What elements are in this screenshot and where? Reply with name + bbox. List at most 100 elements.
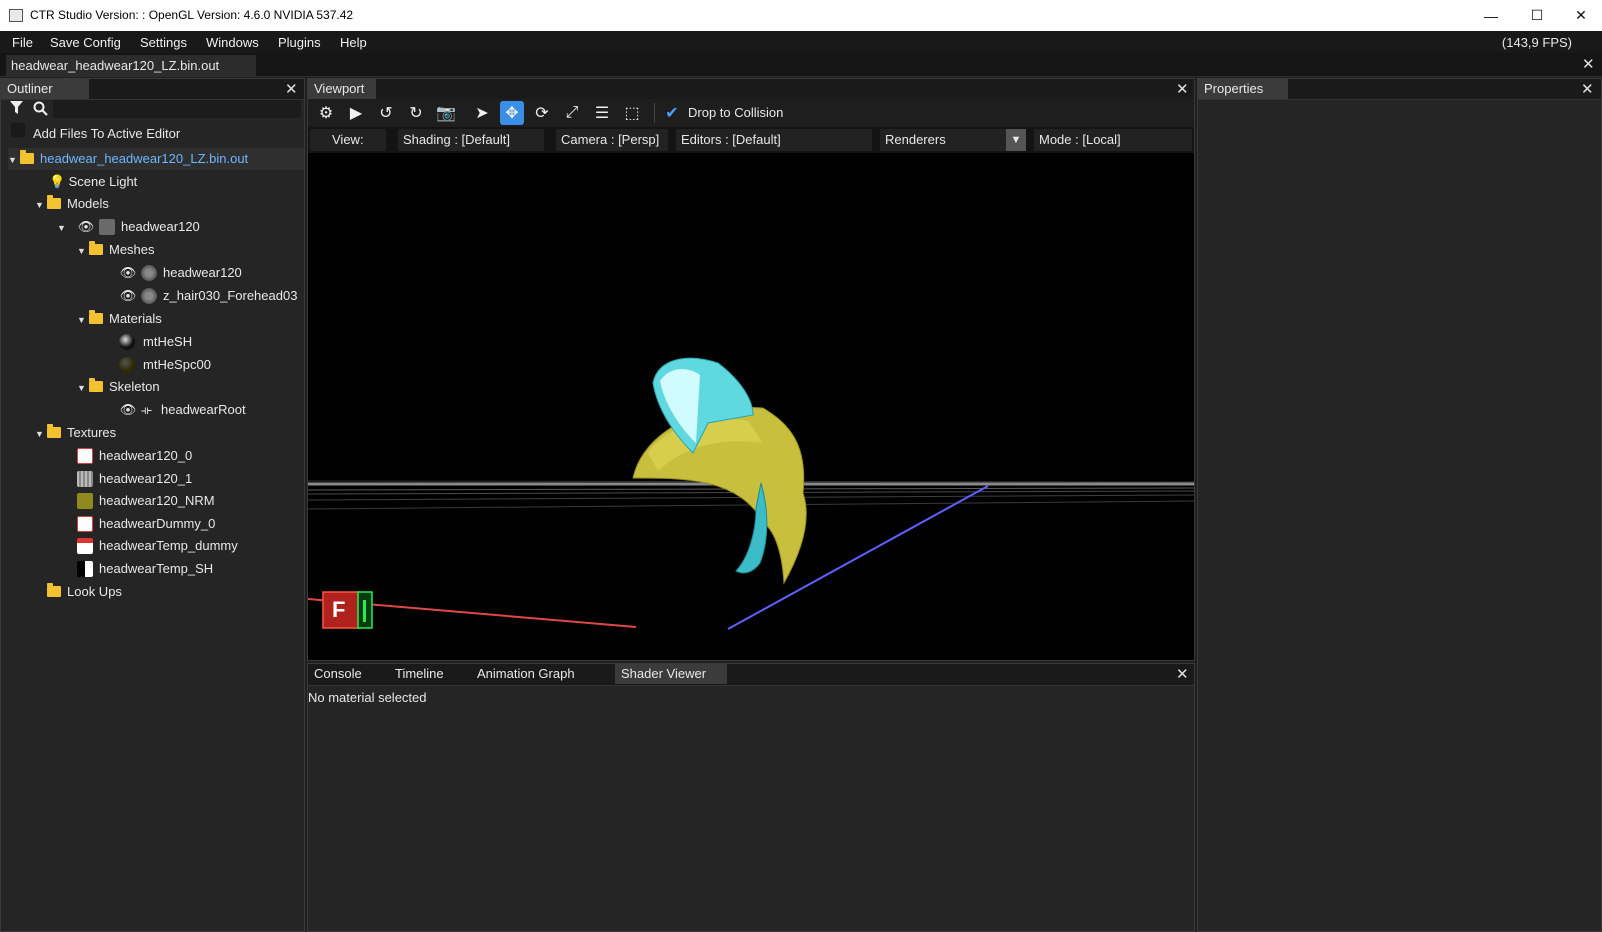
dropdown-arrow-icon[interactable]: ▼: [1006, 129, 1026, 151]
document-tab[interactable]: headwear_headwear120_LZ.bin.out: [6, 55, 256, 76]
tree-material-item[interactable]: mtHeSpc00: [119, 354, 211, 376]
material-sphere-icon: [119, 334, 135, 350]
tree-texture-item[interactable]: headwear120_NRM: [77, 490, 215, 512]
shading-dropdown[interactable]: Shading : [Default]: [398, 129, 544, 151]
minimize-button[interactable]: —: [1468, 0, 1514, 31]
app-icon: [9, 9, 23, 22]
filter-icon[interactable]: [10, 101, 23, 115]
tree-texture-item[interactable]: headwear120_1: [77, 468, 192, 490]
tree-lookups[interactable]: Look Ups: [47, 581, 122, 603]
tab-timeline[interactable]: Timeline: [389, 664, 450, 684]
rotate-icon[interactable]: ⟳: [530, 101, 554, 125]
close-document-icon[interactable]: ✕: [1582, 57, 1595, 72]
tree-texture-item[interactable]: headwearDummy_0: [77, 513, 215, 535]
tab-animation-graph[interactable]: Animation Graph: [471, 664, 581, 684]
align-icon[interactable]: ☰: [590, 101, 614, 125]
tab-console[interactable]: Console: [308, 664, 368, 684]
tree-texture-item[interactable]: headwear120_0: [77, 445, 192, 467]
close-properties-icon[interactable]: ✕: [1581, 82, 1594, 97]
folder-icon: [47, 195, 61, 209]
checkmark-icon[interactable]: ✔: [660, 101, 684, 125]
texture-label: headwearTemp_dummy: [99, 538, 238, 553]
move-gizmo-icon[interactable]: ✥: [500, 101, 524, 125]
redo-icon[interactable]: ↻: [404, 101, 428, 125]
add-files-checkbox[interactable]: [11, 123, 25, 137]
tree-root-row[interactable]: ▼ headwear_headwear120_LZ.bin.out: [8, 148, 304, 170]
search-icon[interactable]: [33, 101, 48, 116]
tree-material-item[interactable]: mtHeSH: [119, 331, 192, 353]
menu-file[interactable]: File: [12, 35, 33, 50]
tree-model-headwear120[interactable]: ▼ 👁 headwear120: [57, 216, 200, 238]
tree-materials[interactable]: ▼ Materials: [77, 308, 162, 330]
texture-label: headwear120_0: [99, 448, 193, 463]
folder-icon: [89, 378, 103, 392]
close-bottom-panel-icon[interactable]: ✕: [1176, 667, 1189, 682]
tree-mesh-item[interactable]: 👁 z_hair030_Forehead03: [119, 285, 297, 307]
view-dropdown[interactable]: View:: [310, 129, 386, 151]
tree-bone-item[interactable]: 👁 ⟛ headwearRoot: [119, 399, 246, 421]
tree-texture-item[interactable]: headwearTemp_SH: [77, 558, 213, 580]
folder-icon: [89, 310, 103, 324]
expand-arrow-icon[interactable]: ▼: [77, 377, 89, 399]
maximize-button[interactable]: ☐: [1514, 0, 1560, 31]
tab-shader-viewer[interactable]: Shader Viewer: [615, 664, 727, 684]
expand-arrow-icon[interactable]: ▼: [35, 423, 47, 445]
screenshot-camera-icon[interactable]: 📷: [434, 101, 458, 125]
menu-windows[interactable]: Windows: [206, 35, 259, 50]
close-outliner-icon[interactable]: ✕: [285, 82, 298, 97]
expand-arrow-icon[interactable]: ▼: [57, 217, 77, 239]
texture-thumbnail-icon: [77, 448, 93, 464]
mode-dropdown[interactable]: Mode : [Local]: [1034, 129, 1192, 151]
folder-icon: [20, 150, 34, 164]
viewport-tab[interactable]: Viewport: [308, 79, 376, 99]
properties-tab[interactable]: Properties: [1198, 79, 1288, 99]
visibility-eye-icon[interactable]: 👁: [77, 216, 95, 238]
tree-skeleton[interactable]: ▼ Skeleton: [77, 376, 160, 398]
close-viewport-icon[interactable]: ✕: [1176, 82, 1189, 97]
tree-textures[interactable]: ▼ Textures: [35, 422, 116, 444]
editors-dropdown[interactable]: Editors : [Default]: [676, 129, 872, 151]
view-options-bar: View: Shading : [Default] Camera : [Pers…: [308, 127, 1194, 153]
texture-label: headwearDummy_0: [99, 516, 216, 531]
bounding-box-icon[interactable]: ⬚: [620, 101, 644, 125]
3d-scene-canvas[interactable]: [308, 153, 1194, 660]
texture-thumbnail-icon: [77, 471, 93, 487]
play-icon[interactable]: ▶: [344, 101, 368, 125]
mesh-icon: [141, 288, 157, 304]
visibility-eye-icon[interactable]: 👁: [119, 285, 137, 307]
select-cursor-icon[interactable]: ➤: [470, 101, 494, 125]
tree-texture-item[interactable]: headwearTemp_dummy: [77, 535, 238, 557]
camera-dropdown[interactable]: Camera : [Persp]: [556, 129, 668, 151]
menu-save-config[interactable]: Save Config: [50, 35, 121, 50]
tree-meshes[interactable]: ▼ Meshes: [77, 239, 155, 261]
scale-icon[interactable]: ⤢: [560, 101, 584, 125]
settings-gear-icon[interactable]: ⚙: [314, 101, 338, 125]
add-files-label[interactable]: Add Files To Active Editor: [33, 126, 180, 141]
expand-arrow-icon[interactable]: ▼: [35, 194, 47, 216]
close-window-button[interactable]: ✕: [1558, 0, 1602, 31]
outliner-tab[interactable]: Outliner: [1, 79, 89, 99]
texture-thumbnail-icon: [77, 561, 93, 577]
menu-plugins[interactable]: Plugins: [278, 35, 321, 50]
outliner-header: Outliner ✕: [1, 79, 304, 100]
visibility-eye-icon[interactable]: 👁: [119, 262, 137, 284]
tree-mesh-item[interactable]: 👁 headwear120: [119, 262, 242, 284]
folder-icon: [89, 241, 103, 255]
undo-icon[interactable]: ↺: [374, 101, 398, 125]
tree-scene-light[interactable]: 💡 Scene Light: [49, 171, 137, 193]
visibility-eye-icon[interactable]: 👁: [119, 399, 137, 421]
outliner-search-input[interactable]: [53, 100, 301, 118]
expand-arrow-icon[interactable]: ▼: [77, 309, 89, 331]
expand-arrow-icon[interactable]: ▼: [77, 240, 89, 262]
expand-arrow-icon[interactable]: ▼: [8, 149, 20, 171]
menu-settings[interactable]: Settings: [140, 35, 187, 50]
window-title-bar: CTR Studio Version: : OpenGL Version: 4.…: [0, 0, 1602, 32]
renderers-dropdown[interactable]: Renderers ▼: [880, 129, 1026, 151]
model-icon: [99, 219, 115, 235]
tree-models[interactable]: ▼ Models: [35, 193, 109, 215]
texture-label: headwear120_1: [99, 471, 193, 486]
menu-help[interactable]: Help: [340, 35, 367, 50]
mesh-label: z_hair030_Forehead03: [163, 288, 298, 303]
drop-to-collision-label[interactable]: Drop to Collision: [688, 105, 783, 120]
tree-root-label: headwear_headwear120_LZ.bin.out: [40, 151, 249, 166]
